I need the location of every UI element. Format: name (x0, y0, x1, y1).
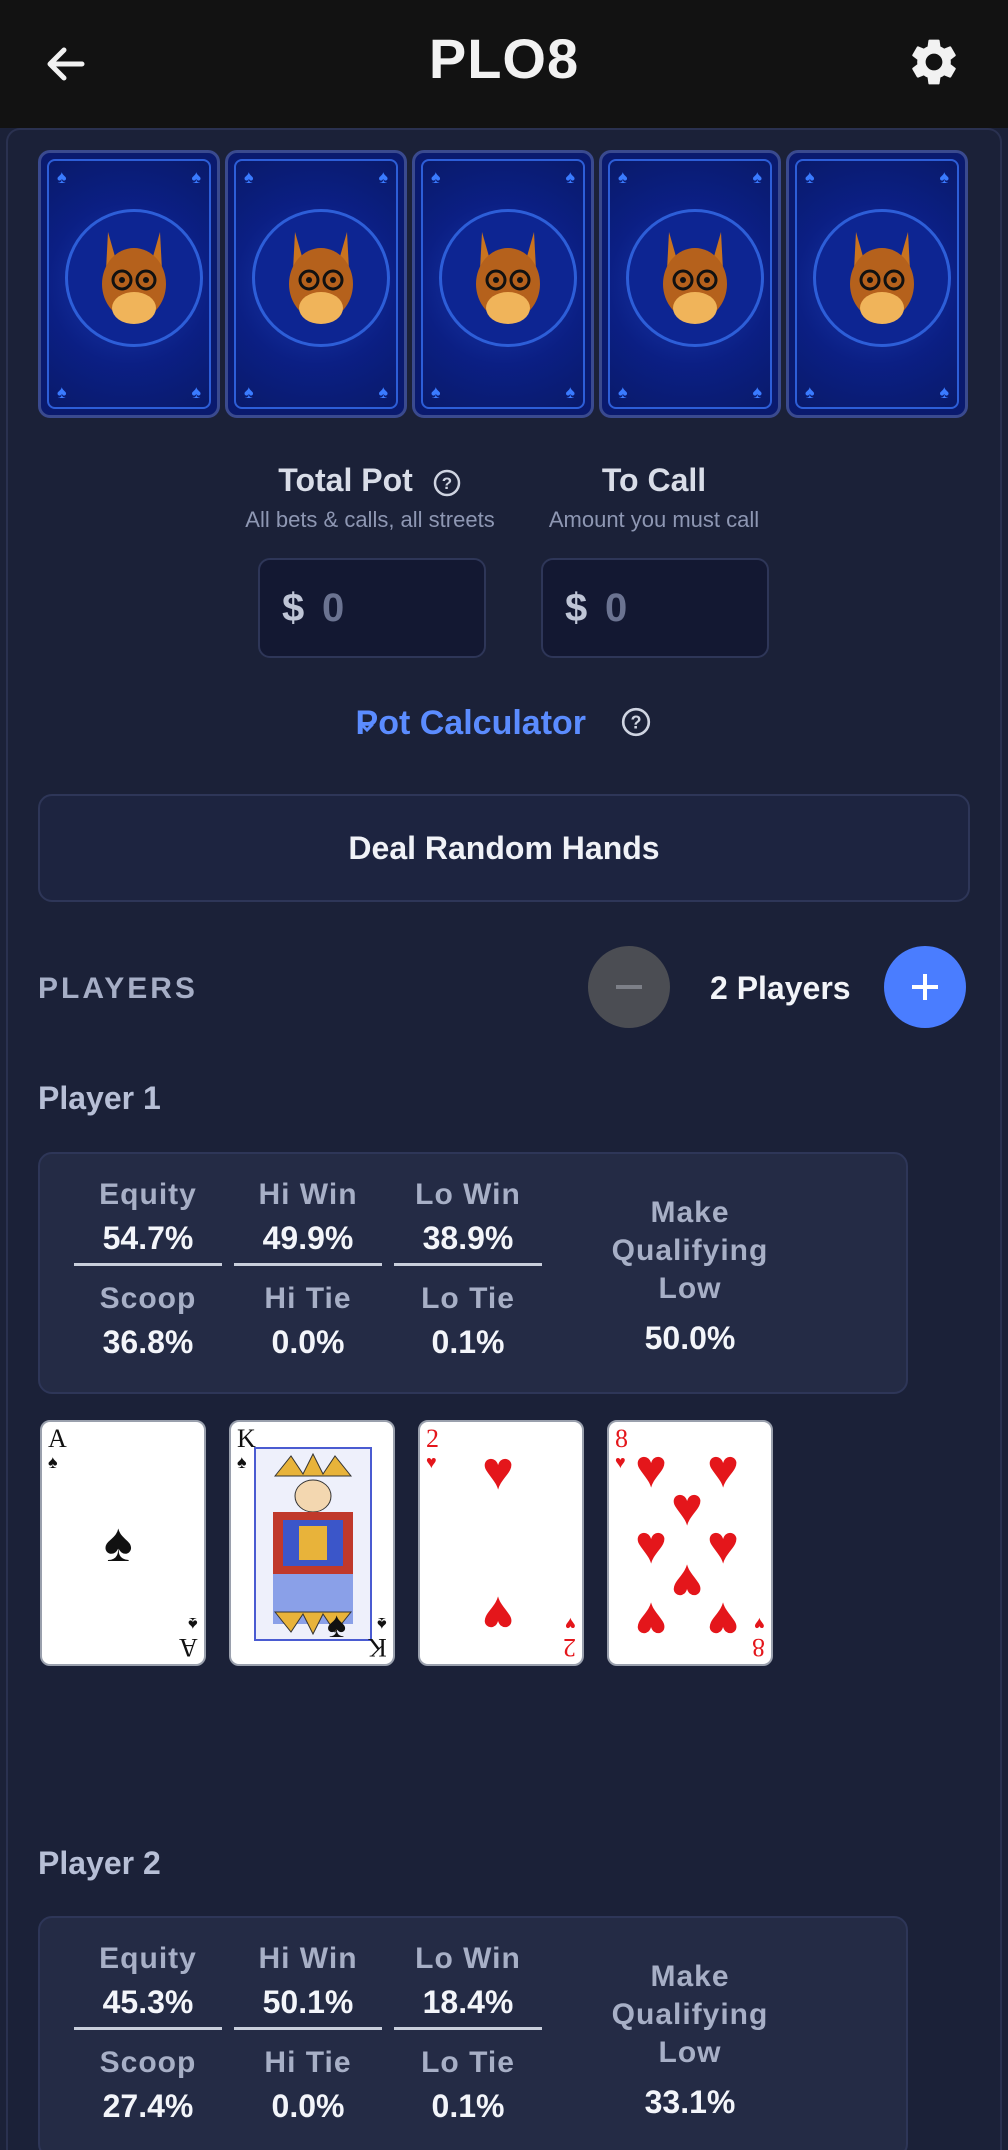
remove-player-button[interactable] (588, 946, 670, 1028)
lo-win-stat: Lo Win 38.9% (394, 1178, 542, 1266)
currency-symbol: $ (282, 586, 305, 630)
player-1-card-3[interactable]: 2 ♥ ♥ ♥ 2 ♥ (418, 1420, 584, 1666)
donkey-mascot-icon (439, 209, 577, 347)
king-face-icon (254, 1447, 372, 1641)
to-call-label: To Call (601, 462, 707, 498)
player-2-name: Player 2 (38, 1845, 161, 1881)
players-count: 2 Players (710, 970, 851, 1006)
total-pot-subtitle: All bets & calls, all streets (245, 507, 495, 532)
app-bar: PLO8 (0, 0, 1008, 128)
board-card-4[interactable]: ♠ ♠ ♠ ♠ (599, 150, 781, 418)
minus-icon (616, 985, 642, 989)
donkey-mascot-icon (626, 209, 764, 347)
spade-icon: ♠ (327, 1604, 347, 1645)
donkey-face (289, 232, 353, 324)
make-qualifying-low-stat: Make Qualifying Low 50.0% (611, 1196, 769, 1356)
players-header: PLAYERS 2 Players (38, 942, 970, 1038)
card-back: ♠ ♠ ♠ ♠ (234, 159, 398, 409)
donkey-mascot-icon (813, 209, 951, 347)
board-card-5[interactable]: ♠ ♠ ♠ ♠ (786, 150, 968, 418)
board-card-2[interactable]: ♠ ♠ ♠ ♠ (225, 150, 407, 418)
player-1-stats: Equity 54.7% Hi Win 49.9% Lo Win 38.9% S… (38, 1152, 908, 1394)
heart-icon: ♥ (707, 1515, 740, 1575)
settings-button[interactable] (906, 34, 962, 90)
pot-calculator-label: Pot Calculator (355, 704, 587, 742)
player-2-stats: Equity 45.3% Hi Win 50.1% Lo Win 18.4% S… (38, 1916, 908, 2150)
card-back: ♠ ♠ ♠ ♠ (795, 159, 959, 409)
help-icon[interactable]: ? (432, 468, 462, 498)
donkey-face (850, 232, 914, 324)
heart-icon: ♥ (482, 1585, 515, 1645)
to-call-value: 0 (605, 586, 628, 630)
lo-tie-stat: Lo Tie 0.1% (421, 2046, 515, 2124)
svg-text:?: ? (631, 712, 642, 732)
donkey-face (102, 232, 166, 324)
heart-icon: ♥ (671, 1553, 704, 1613)
heart-icon: ♥ (635, 1591, 668, 1651)
to-call-header: To Call Amount you must call (520, 462, 788, 533)
lo-tie-stat: Lo Tie 0.1% (421, 1282, 515, 1360)
help-icon[interactable]: ? (620, 706, 652, 738)
total-pot-value: 0 (322, 586, 345, 630)
heart-icon: ♥ (635, 1515, 668, 1575)
page-title: PLO8 (428, 27, 580, 90)
players-section-label: PLAYERS (38, 972, 198, 1005)
gear-icon (912, 39, 956, 85)
scoop-stat: Scoop 27.4% (99, 2046, 197, 2124)
hi-win-stat: Hi Win 49.9% (234, 1178, 382, 1266)
chevron-down-icon (360, 723, 374, 733)
player-1-card-2[interactable]: K ♠ ♠ K ♠ (229, 1420, 395, 1666)
make-qualifying-low-stat: Make Qualifying Low 33.1% (611, 1960, 769, 2120)
player-1-card-1[interactable]: A ♠ ♠ A ♠ (40, 1420, 206, 1666)
heart-icon: ♥ (707, 1439, 740, 1499)
to-call-subtitle: Amount you must call (548, 507, 760, 532)
hi-win-stat: Hi Win 50.1% (234, 1942, 382, 2030)
lo-win-stat: Lo Win 18.4% (394, 1942, 542, 2030)
equity-stat: Equity 45.3% (74, 1942, 222, 2030)
add-player-button[interactable] (884, 946, 966, 1028)
card-back: ♠ ♠ ♠ ♠ (47, 159, 211, 409)
donkey-mascot-icon (252, 209, 390, 347)
board-cards: ♠ ♠ ♠ ♠ ♠ ♠ ♠ ♠ ♠ ♠ ♠ ♠ ♠ ♠ ♠ ♠ ♠ ♠ ♠ ♠ (38, 150, 970, 418)
to-call-input[interactable]: $ 0 (541, 558, 769, 658)
player-1-name: Player 1 (38, 1080, 161, 1116)
equity-stat: Equity 54.7% (74, 1178, 222, 1266)
donkey-mascot-icon (65, 209, 203, 347)
total-pot-input[interactable]: $ 0 (258, 558, 486, 658)
total-pot-label: Total Pot (278, 462, 413, 498)
card-back: ♠ ♠ ♠ ♠ (421, 159, 585, 409)
deal-random-hands-button[interactable]: Deal Random Hands (38, 794, 970, 902)
total-pot-header: Total Pot ? All bets & calls, all street… (230, 462, 510, 533)
player-1-card-4[interactable]: 8 ♥ ♥ ♥ ♥ ♥ ♥ ♥ ♥ ♥ 8 ♥ (607, 1420, 773, 1666)
heart-icon: ♥ (482, 1441, 515, 1501)
board-card-3[interactable]: ♠ ♠ ♠ ♠ (412, 150, 594, 418)
hi-tie-stat: Hi Tie 0.0% (264, 2046, 352, 2124)
pot-calculator-toggle[interactable]: Pot Calculator ? (0, 704, 1008, 743)
scoop-stat: Scoop 36.8% (99, 1282, 197, 1360)
donkey-face (663, 232, 727, 324)
hi-tie-stat: Hi Tie 0.0% (264, 1282, 352, 1360)
heart-icon: ♥ (671, 1477, 704, 1537)
spade-icon: ♠ (104, 1513, 133, 1573)
heart-icon: ♥ (707, 1591, 740, 1651)
donkey-face (476, 232, 540, 324)
board-card-1[interactable]: ♠ ♠ ♠ ♠ (38, 150, 220, 418)
currency-symbol: $ (565, 586, 588, 630)
card-back: ♠ ♠ ♠ ♠ (608, 159, 772, 409)
svg-text:?: ? (441, 474, 451, 493)
heart-icon: ♥ (635, 1439, 668, 1499)
